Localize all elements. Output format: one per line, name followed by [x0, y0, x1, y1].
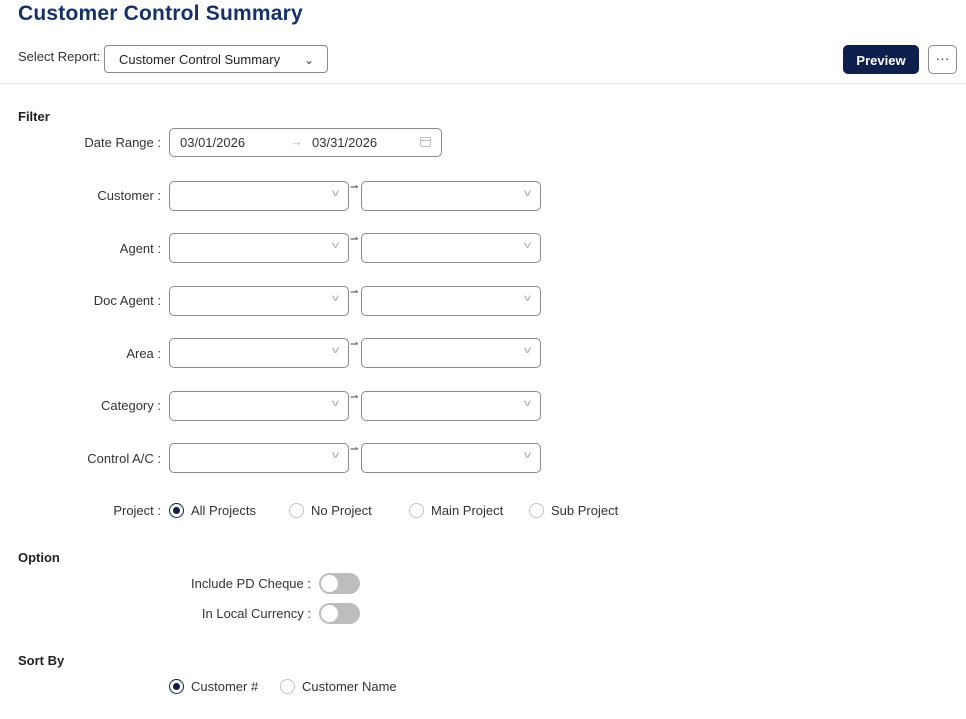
category-to-select[interactable]: v — [361, 391, 541, 421]
project-radio-none[interactable]: No Project — [289, 503, 389, 519]
area-to-select[interactable]: v — [361, 338, 541, 368]
header-divider — [0, 83, 966, 84]
arrow-right-icon: → — [290, 134, 303, 149]
agent-label: Agent : — [119, 241, 161, 256]
radio-icon — [289, 503, 304, 518]
chevron-down-icon: v — [332, 293, 339, 304]
date-range-label: Date Range : — [84, 135, 161, 150]
select-report-label: Select Report: — [18, 49, 101, 64]
customer-from-select[interactable]: v — [169, 181, 349, 211]
local-currency-label: In Local Currency : — [201, 606, 311, 621]
range-arrow-icon: ⇀ — [350, 339, 359, 350]
include-pd-cheque-toggle[interactable] — [319, 573, 360, 594]
agent-to-select[interactable]: v — [361, 233, 541, 263]
range-arrow-icon: ⇀ — [350, 444, 359, 455]
project-radio-sub[interactable]: Sub Project — [529, 503, 629, 519]
local-currency-toggle[interactable] — [319, 603, 360, 624]
sort-by-heading: Sort By — [18, 653, 65, 668]
page-title: Customer Control Summary — [18, 2, 303, 25]
doc-agent-label: Doc Agent : — [93, 293, 161, 308]
range-arrow-icon: ⇀ — [350, 392, 359, 403]
area-from-select[interactable]: v — [169, 338, 349, 368]
sort-radio-customer-number[interactable]: Customer # — [169, 679, 269, 695]
date-from-input[interactable]: 03/01/2026 — [180, 135, 245, 150]
chevron-down-icon: v — [332, 240, 339, 251]
filter-heading: Filter — [18, 109, 50, 124]
customer-to-select[interactable]: v — [361, 181, 541, 211]
radio-selected-icon — [169, 503, 184, 518]
customer-label: Customer : — [97, 188, 161, 203]
range-arrow-icon: ⇀ — [350, 234, 359, 245]
chevron-down-icon: v — [524, 398, 531, 409]
agent-from-select[interactable]: v — [169, 233, 349, 263]
chevron-down-icon: v — [524, 293, 531, 304]
chevron-down-icon: v — [524, 240, 531, 251]
chevron-down-icon: v — [332, 345, 339, 356]
radio-icon — [529, 503, 544, 518]
doc-agent-from-select[interactable]: v — [169, 286, 349, 316]
toggle-knob — [321, 605, 338, 622]
control-ac-label: Control A/C : — [87, 451, 161, 466]
control-ac-from-select[interactable]: v — [169, 443, 349, 473]
more-icon: ··· — [935, 50, 950, 66]
chevron-down-icon: v — [332, 450, 339, 461]
date-range-picker[interactable]: 03/01/2026 → 03/31/2026 — [169, 128, 442, 157]
calendar-icon[interactable] — [420, 137, 431, 147]
project-label: Project : — [113, 503, 161, 518]
project-radio-all[interactable]: All Projects — [169, 503, 269, 519]
range-arrow-icon: ⇀ — [350, 287, 359, 298]
chevron-down-icon: v — [332, 188, 339, 199]
include-pd-cheque-label: Include PD Cheque : — [191, 576, 311, 591]
more-options-button[interactable]: ··· — [928, 45, 957, 74]
date-to-input[interactable]: 03/31/2026 — [312, 135, 377, 150]
chevron-down-icon: ⌄ — [303, 53, 314, 67]
area-label: Area : — [126, 346, 161, 361]
doc-agent-to-select[interactable]: v — [361, 286, 541, 316]
range-arrow-icon: ⇀ — [350, 182, 359, 193]
control-ac-to-select[interactable]: v — [361, 443, 541, 473]
project-radio-main[interactable]: Main Project — [409, 503, 519, 519]
category-label: Category : — [101, 398, 161, 413]
radio-icon — [409, 503, 424, 518]
report-select[interactable]: Customer Control Summary ⌄ — [104, 45, 328, 73]
option-heading: Option — [18, 550, 60, 565]
preview-button[interactable]: Preview — [843, 45, 919, 74]
radio-icon — [280, 679, 295, 694]
chevron-down-icon: v — [524, 188, 531, 199]
report-select-value: Customer Control Summary — [119, 52, 281, 67]
chevron-down-icon: v — [332, 398, 339, 409]
chevron-down-icon: v — [524, 450, 531, 461]
category-from-select[interactable]: v — [169, 391, 349, 421]
radio-selected-icon — [169, 679, 184, 694]
sort-radio-customer-name[interactable]: Customer Name — [280, 679, 410, 695]
toggle-knob — [321, 575, 338, 592]
chevron-down-icon: v — [524, 345, 531, 356]
